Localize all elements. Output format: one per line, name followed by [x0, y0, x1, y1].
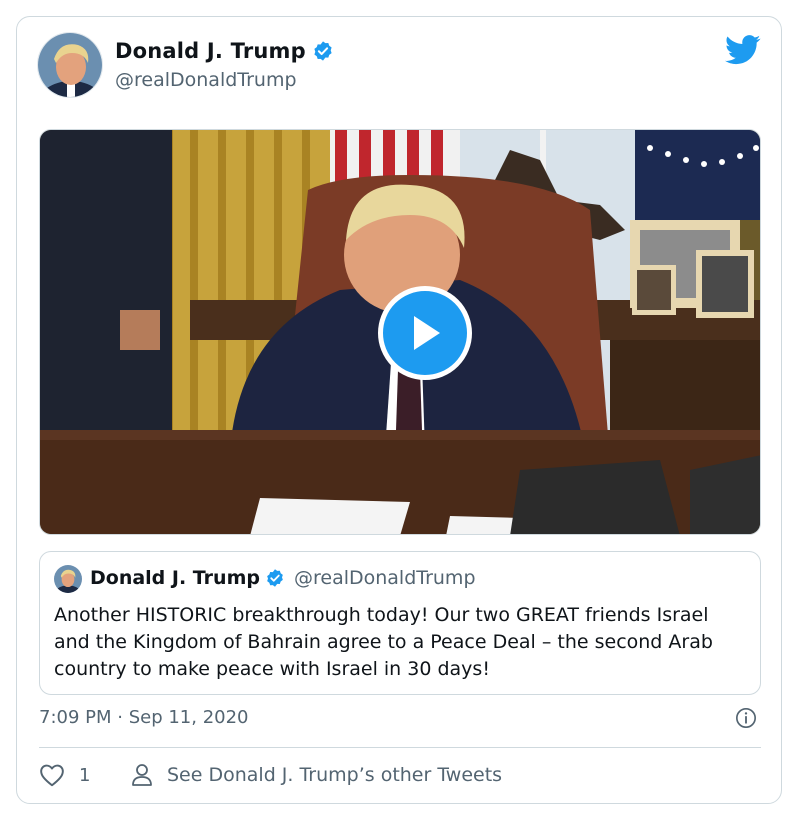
- tweet-card: Donald J. Trump @realDonaldTrump Donald …: [16, 16, 782, 804]
- verified-badge-icon: [314, 41, 332, 61]
- video-player[interactable]: [39, 129, 761, 535]
- quoted-author-name: Donald J. Trump: [90, 567, 260, 589]
- author-name[interactable]: Donald J. Trump: [115, 39, 306, 63]
- divider: [39, 747, 761, 748]
- see-other-tweets-label: See Donald J. Trump’s other Tweets: [167, 764, 503, 786]
- author-handle[interactable]: @realDonaldTrump: [115, 69, 297, 91]
- quoted-tweet[interactable]: Donald J. Trump @realDonaldTrump Another…: [39, 551, 761, 695]
- tweet-timestamp[interactable]: 7:09 PM · Sep 11, 2020: [39, 707, 249, 728]
- quoted-author-handle: @realDonaldTrump: [293, 567, 476, 589]
- play-icon: [414, 316, 440, 350]
- verified-badge-icon: [267, 569, 283, 587]
- author-avatar[interactable]: [37, 32, 103, 98]
- play-button[interactable]: [378, 286, 472, 380]
- heart-icon: [40, 764, 64, 787]
- twitter-bird-icon[interactable]: [725, 35, 761, 65]
- quoted-tweet-text: Another HISTORIC breakthrough today! Our…: [54, 604, 713, 680]
- quoted-author-avatar: [54, 565, 82, 593]
- like-count: 1: [79, 764, 91, 786]
- see-other-tweets-link[interactable]: See Donald J. Trump’s other Tweets: [131, 763, 502, 787]
- info-icon[interactable]: [735, 707, 757, 729]
- like-button[interactable]: 1: [39, 763, 90, 787]
- person-icon: [132, 764, 152, 786]
